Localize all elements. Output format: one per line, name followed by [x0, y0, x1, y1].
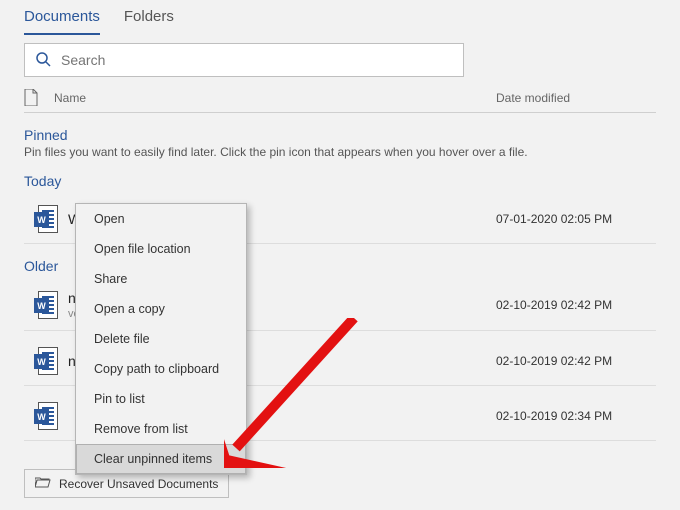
ctx-open-a-copy[interactable]: Open a copy	[76, 294, 246, 324]
tab-folders[interactable]: Folders	[124, 2, 174, 35]
word-icon: W	[24, 402, 68, 430]
folder-open-icon	[35, 476, 51, 491]
file-date: 02-10-2019 02:34 PM	[496, 409, 656, 423]
ctx-share[interactable]: Share	[76, 264, 246, 294]
search-icon	[35, 51, 51, 70]
word-icon: W	[24, 347, 68, 375]
tab-documents[interactable]: Documents	[24, 2, 100, 35]
tabs: Documents Folders	[24, 0, 656, 35]
section-today-title: Today	[24, 173, 656, 189]
ctx-clear-unpinned[interactable]: Clear unpinned items	[76, 444, 246, 474]
ctx-copy-path[interactable]: Copy path to clipboard	[76, 354, 246, 384]
ctx-open[interactable]: Open	[76, 204, 246, 234]
ctx-delete-file[interactable]: Delete file	[76, 324, 246, 354]
search-box[interactable]	[24, 43, 464, 77]
column-name[interactable]: Name	[54, 91, 496, 105]
ctx-open-file-location[interactable]: Open file location	[76, 234, 246, 264]
file-date: 02-10-2019 02:42 PM	[496, 354, 656, 368]
word-icon: W	[24, 205, 68, 233]
section-pinned-title: Pinned	[24, 127, 656, 143]
search-input[interactable]	[61, 52, 453, 68]
file-date: 07-01-2020 02:05 PM	[496, 212, 656, 226]
word-icon: W	[24, 291, 68, 319]
ctx-pin-to-list[interactable]: Pin to list	[76, 384, 246, 414]
file-date: 02-10-2019 02:42 PM	[496, 298, 656, 312]
section-pinned-sub: Pin files you want to easily find later.…	[24, 145, 656, 159]
ctx-remove-from-list[interactable]: Remove from list	[76, 414, 246, 444]
recover-label: Recover Unsaved Documents	[59, 477, 218, 491]
column-headers: Name Date modified	[24, 89, 656, 113]
column-date[interactable]: Date modified	[496, 91, 656, 105]
context-menu: Open Open file location Share Open a cop…	[75, 203, 247, 475]
document-icon	[24, 89, 54, 106]
